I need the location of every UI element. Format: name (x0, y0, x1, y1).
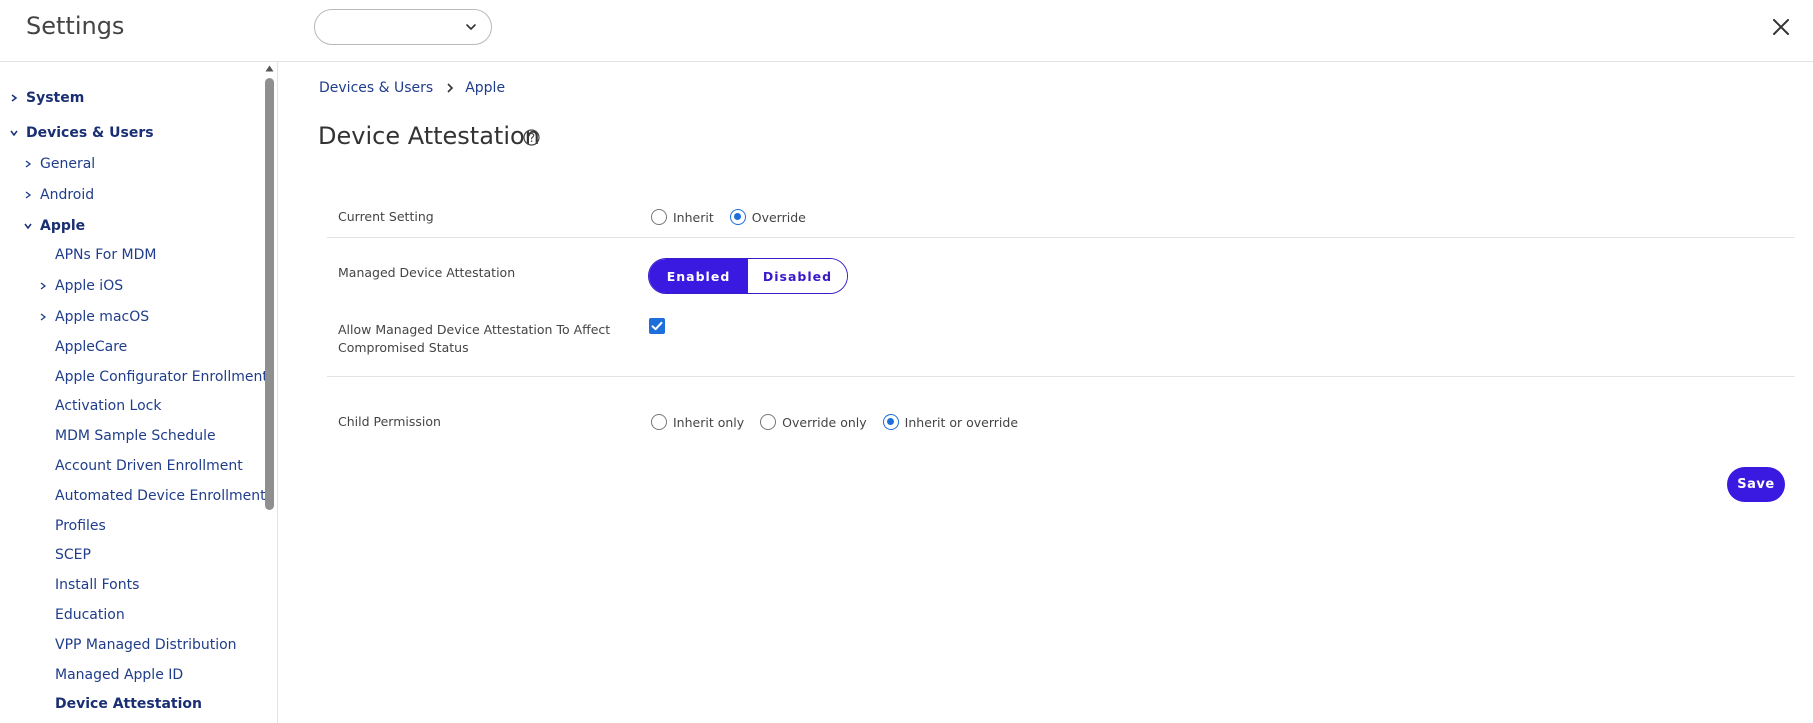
current-setting-radio-group: Inherit Override (651, 209, 822, 225)
sidebar-item-devices-users[interactable]: Devices & Users (8, 121, 154, 145)
org-select[interactable] (314, 9, 492, 45)
affect-compromised-checkbox[interactable] (649, 318, 665, 334)
managed-device-attestation-label: Managed Device Attestation (338, 265, 516, 280)
scroll-up-icon[interactable] (265, 64, 274, 73)
current-setting-label: Current Setting (338, 209, 434, 224)
chevron-down-icon (466, 24, 476, 30)
sidebar-scrollbar[interactable] (265, 64, 274, 723)
attestation-toggle: Enabled Disabled (648, 258, 848, 294)
scrollbar-thumb[interactable] (265, 78, 274, 510)
radio-inherit-only-circle[interactable] (651, 414, 667, 430)
sidebar-item-apns-for-mdm[interactable]: APNs For MDM (55, 243, 157, 267)
radio-inherit-only[interactable]: Inherit only (651, 414, 744, 430)
checkmark-icon (651, 321, 663, 331)
sidebar-item-label: Apple Configurator Enrollment (55, 369, 268, 385)
radio-override-circle[interactable] (729, 209, 746, 225)
sidebar-item-vpp-managed-distribution[interactable]: VPP Managed Distribution (55, 633, 237, 657)
sidebar-item-label: Apple iOS (55, 278, 124, 294)
sidebar-item-system[interactable]: System (8, 86, 84, 110)
sidebar-item-apple[interactable]: Apple (22, 214, 85, 238)
radio-override-only-circle[interactable] (760, 414, 777, 430)
sidebar-item-label: Managed Apple ID (55, 667, 184, 683)
sidebar-item-activation-lock[interactable]: Activation Lock (55, 394, 161, 418)
sidebar-item-label: Devices & Users (26, 125, 154, 141)
sidebar-item-label: Apple macOS (55, 309, 150, 325)
sidebar: System Devices & Users General Android A… (0, 62, 278, 723)
sidebar-item-label: VPP Managed Distribution (55, 637, 237, 653)
breadcrumb-devices-users[interactable]: Devices & Users (319, 80, 433, 96)
divider (327, 376, 1795, 377)
child-permission-label: Child Permission (338, 414, 441, 429)
disabled-button[interactable]: Disabled (748, 259, 847, 293)
sidebar-item-education[interactable]: Education (55, 603, 125, 627)
sidebar-item-label: Account Driven Enrollment (55, 458, 243, 474)
enabled-button[interactable]: Enabled (649, 259, 748, 293)
sidebar-item-scep[interactable]: SCEP (55, 543, 91, 567)
chevron-right-icon (11, 94, 18, 102)
sidebar-item-label: Activation Lock (55, 398, 162, 414)
help-icon[interactable] (523, 129, 540, 146)
sidebar-item-apple-configurator-enrollment[interactable]: Apple Configurator Enrollment (55, 365, 268, 389)
sidebar-item-managed-apple-id[interactable]: Managed Apple ID (55, 663, 183, 687)
radio-inherit-circle[interactable] (651, 209, 667, 225)
sidebar-item-label: SCEP (55, 547, 91, 563)
radio-inherit[interactable]: Inherit (651, 209, 714, 225)
sidebar-item-label: Automated Device Enrollment (55, 488, 266, 504)
sidebar-item-label: System (26, 90, 85, 106)
chevron-right-icon (447, 83, 454, 93)
chevron-right-icon (40, 313, 47, 321)
sidebar-item-label: Apple (40, 218, 86, 234)
radio-inherit-only-label: Inherit only (673, 414, 745, 430)
radio-override-only[interactable]: Override only (760, 414, 867, 430)
sidebar-item-mdm-sample-schedule[interactable]: MDM Sample Schedule (55, 424, 216, 448)
sidebar-item-label: Education (55, 607, 125, 623)
sidebar-item-general[interactable]: General (22, 152, 95, 176)
app-title: Settings (26, 12, 125, 40)
affect-compromised-label: Allow Managed Device Attestation To Affe… (338, 321, 610, 357)
chevron-right-icon (25, 191, 32, 199)
radio-inherit-label: Inherit (673, 209, 714, 225)
chevron-right-icon (25, 160, 32, 168)
sidebar-item-label: Device Attestation (55, 696, 202, 712)
sidebar-item-profiles[interactable]: Profiles (55, 514, 106, 538)
child-permission-radio-group: Inherit only Override only Inherit or ov… (651, 414, 1034, 430)
affect-compromised-label-line2: Compromised Status (338, 340, 469, 355)
radio-override-only-label: Override only (782, 414, 867, 430)
sidebar-item-applecare[interactable]: AppleCare (55, 335, 127, 359)
close-icon[interactable] (1770, 16, 1792, 38)
radio-inherit-or-override-label: Inherit or override (904, 414, 1019, 430)
save-button[interactable]: Save (1727, 467, 1785, 502)
sidebar-item-label: Android (40, 187, 95, 203)
sidebar-item-label: AppleCare (55, 339, 128, 355)
sidebar-item-apple-macos[interactable]: Apple macOS (37, 305, 149, 329)
radio-inherit-or-override[interactable]: Inherit or override (882, 414, 1019, 430)
sidebar-item-account-driven-enrollment[interactable]: Account Driven Enrollment (55, 454, 243, 478)
radio-override[interactable]: Override (729, 209, 806, 225)
breadcrumb-apple[interactable]: Apple (465, 80, 505, 96)
divider (327, 237, 1795, 238)
affect-compromised-label-line1: Allow Managed Device Attestation To Affe… (338, 322, 611, 337)
sidebar-item-android[interactable]: Android (22, 183, 94, 207)
breadcrumb: Devices & Users Apple (319, 80, 505, 96)
chevron-right-icon (40, 282, 47, 290)
radio-override-label: Override (751, 209, 806, 225)
sidebar-item-label: Install Fonts (55, 577, 140, 593)
header: Settings (0, 0, 1813, 62)
sidebar-item-apple-ios[interactable]: Apple iOS (37, 274, 123, 298)
sidebar-item-device-attestation[interactable]: Device Attestation (55, 692, 202, 716)
chevron-down-icon (10, 130, 18, 137)
sidebar-item-label: Profiles (55, 518, 106, 534)
sidebar-item-install-fonts[interactable]: Install Fonts (55, 573, 139, 597)
radio-inherit-or-override-circle[interactable] (882, 414, 899, 430)
chevron-down-icon (24, 223, 32, 230)
sidebar-item-label: MDM Sample Schedule (55, 428, 216, 444)
page-title: Device Attestation (318, 122, 540, 150)
sidebar-item-label: APNs For MDM (55, 247, 157, 263)
sidebar-item-label: General (40, 156, 96, 172)
sidebar-item-automated-device-enrollment[interactable]: Automated Device Enrollment (55, 484, 266, 508)
